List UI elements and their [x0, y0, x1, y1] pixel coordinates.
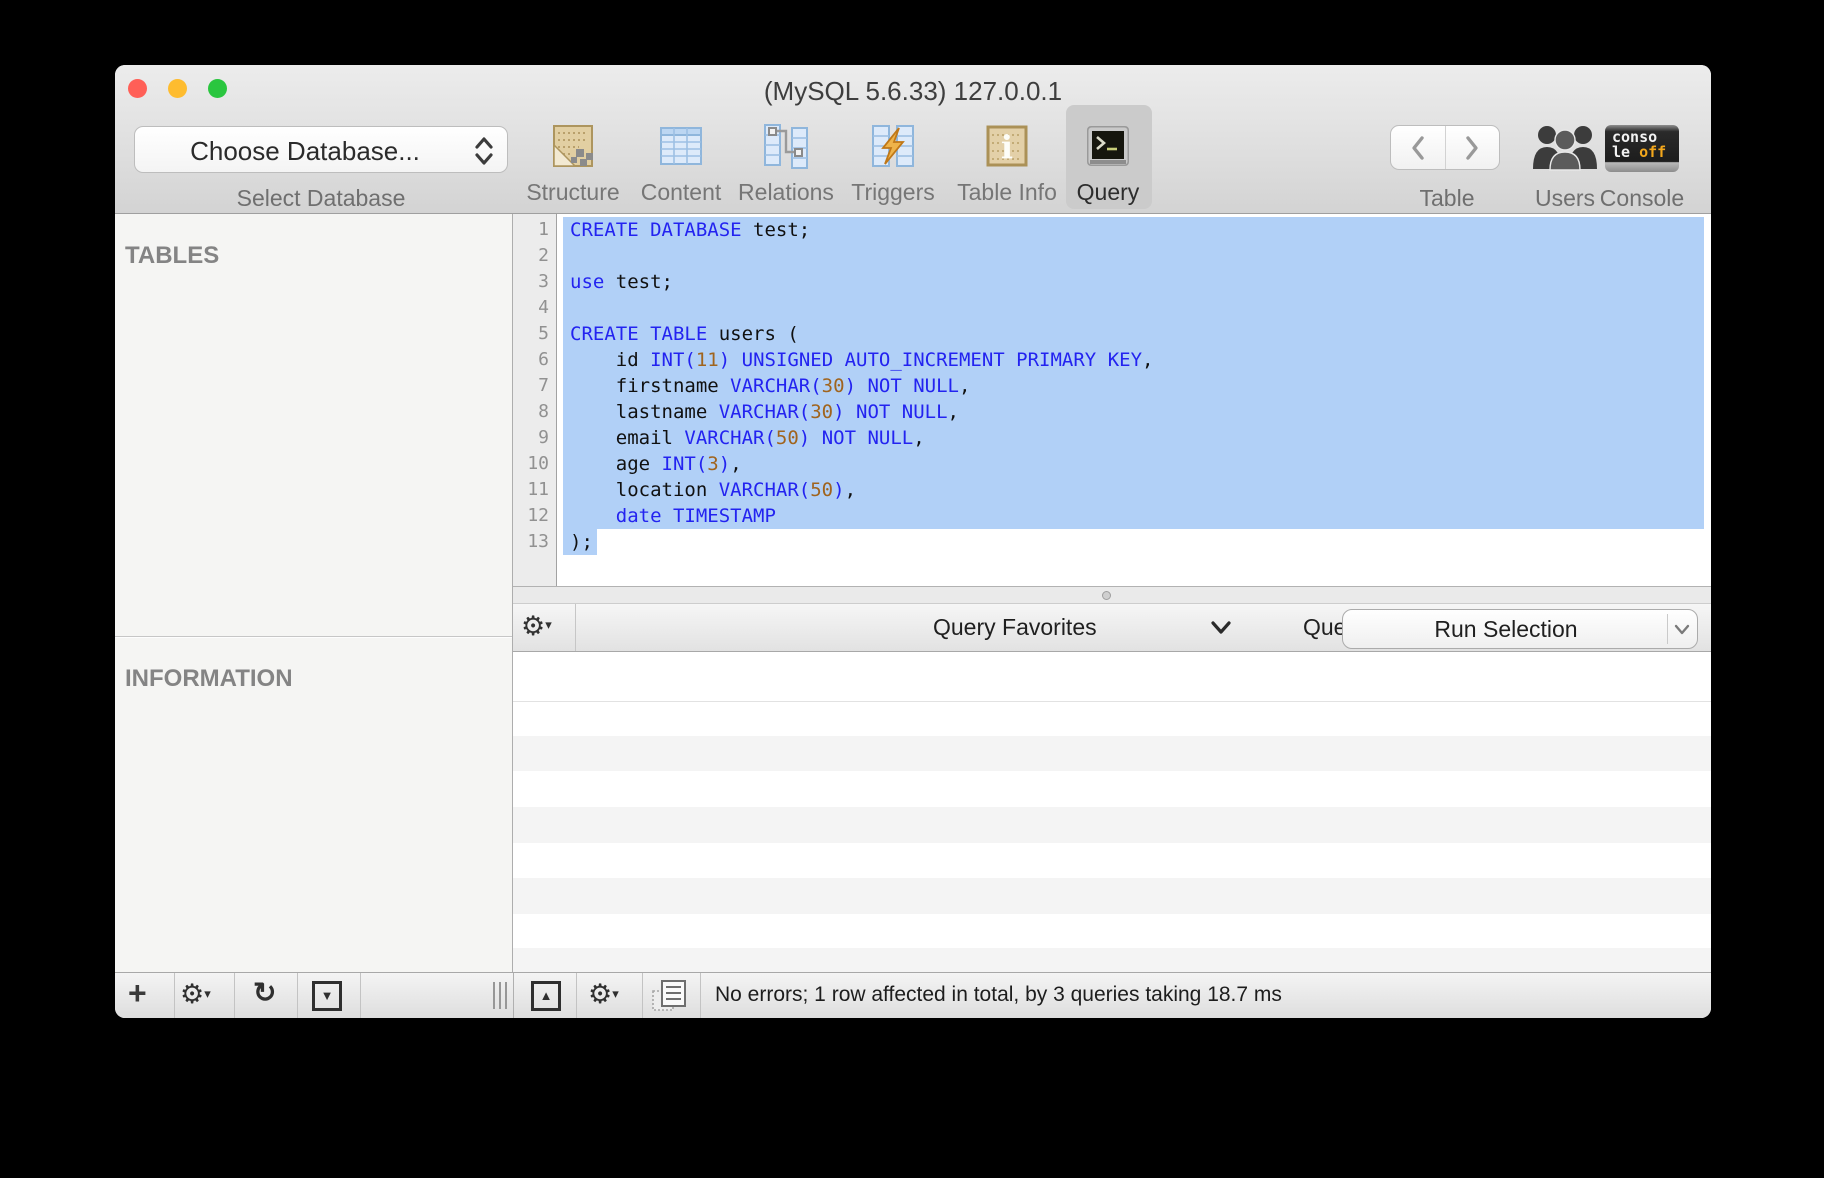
toolbar-item-label: Content	[629, 179, 733, 206]
console-button[interactable]: console off	[1605, 125, 1679, 172]
sidebar-section-tables: TABLES	[125, 242, 219, 270]
toolbar-separator	[575, 604, 576, 651]
code-line[interactable]: firstname VARCHAR(30) NOT NULL,	[513, 373, 1711, 399]
desktop-background: (MySQL 5.6.33) 127.0.0.1 Choose Database…	[0, 0, 1824, 1178]
toolbar-item-relations[interactable]: Relations	[734, 122, 838, 206]
select-database-caption: Select Database	[134, 185, 508, 212]
console-off-state: off	[1639, 143, 1666, 161]
toolbar-item-label: Structure	[521, 179, 625, 206]
users-caption: Users	[1525, 185, 1605, 212]
sidebar: TABLES INFORMATION	[115, 214, 513, 972]
svg-text:i: i	[1001, 128, 1013, 166]
table-row	[513, 878, 1711, 914]
history-back-button[interactable]	[1391, 126, 1446, 169]
toolbar-item-table-info[interactable]: i Table Info	[955, 122, 1059, 206]
gear-menu-button[interactable]: ⚙▾	[180, 979, 211, 1010]
table-row	[513, 736, 1711, 771]
chevron-right-icon	[1463, 135, 1481, 161]
resize-grip-icon[interactable]	[493, 982, 513, 1009]
code-line[interactable]: use test;	[513, 269, 1711, 295]
code-line[interactable]: email VARCHAR(50) NOT NULL,	[513, 425, 1711, 451]
add-button[interactable]: +	[128, 975, 147, 1012]
gear-menu-button[interactable]: ⚙▾	[588, 979, 619, 1010]
users-icon	[1529, 123, 1601, 173]
toolbar-item-label: Query	[1056, 179, 1160, 206]
sidebar-divider[interactable]	[115, 636, 512, 638]
code-line[interactable]	[513, 295, 1711, 321]
toolbar-item-triggers[interactable]: Triggers	[841, 122, 945, 206]
separator	[642, 973, 643, 1018]
sidebar-section-information: INFORMATION	[125, 665, 293, 693]
history-document-icon[interactable]	[651, 978, 689, 1014]
toolbar-item-label: Triggers	[841, 179, 945, 206]
separator	[700, 973, 701, 1018]
pane-divider	[513, 973, 514, 1018]
code-lines[interactable]: CREATE DATABASE test; use test; CREATE TAB…	[513, 217, 1711, 555]
code-line[interactable]: location VARCHAR(50),	[513, 477, 1711, 503]
console-badge-icon: console off	[1612, 130, 1666, 160]
triggers-icon	[869, 122, 917, 170]
separator	[360, 973, 361, 1018]
separator	[297, 973, 298, 1018]
choose-database-dropdown[interactable]: Choose Database...	[134, 126, 508, 173]
code-line[interactable]: date TIMESTAMP	[513, 503, 1711, 529]
chevron-left-icon	[1409, 135, 1427, 161]
users-button[interactable]	[1529, 123, 1601, 173]
table-info-icon: i	[983, 122, 1031, 170]
table-row	[513, 948, 1711, 972]
sql-editor[interactable]: 12345678910111213 CREATE DATABASE test;u…	[513, 214, 1711, 586]
window-title: (MySQL 5.6.33) 127.0.0.1	[115, 76, 1711, 107]
query-terminal-icon	[1084, 122, 1132, 170]
toolbar-item-label: Relations	[734, 179, 838, 206]
code-line[interactable]: );	[513, 529, 1711, 555]
code-line[interactable]: CREATE DATABASE test;	[513, 217, 1711, 243]
choose-database-value: Choose Database...	[135, 136, 475, 167]
separator	[576, 973, 577, 1018]
table-row	[513, 807, 1711, 843]
table-history-control	[1390, 125, 1500, 170]
status-bar: + ⚙▾ ↻ ▼ ▲ ⚙▾ No errors; 1 row affected …	[115, 972, 1711, 1018]
toolbar-item-structure[interactable]: Structure	[521, 122, 625, 206]
content-table-icon	[657, 122, 705, 170]
query-toolbar: ⚙▾ Query Favorites Query History Run Sel…	[513, 604, 1711, 652]
expand-panel-button[interactable]: ▲	[531, 981, 561, 1011]
button-separator	[1667, 614, 1668, 644]
window-toolbar: (MySQL 5.6.33) 127.0.0.1 Choose Database…	[115, 65, 1711, 214]
query-gear-menu[interactable]: ⚙▾	[521, 611, 552, 642]
code-line[interactable]: CREATE TABLE users (	[513, 321, 1711, 347]
chevron-down-icon[interactable]	[1210, 620, 1232, 636]
query-favorites-menu[interactable]: Query Favorites	[933, 614, 1097, 641]
code-line[interactable]: age INT(3),	[513, 451, 1711, 477]
code-line[interactable]	[513, 243, 1711, 269]
separator	[174, 973, 175, 1018]
refresh-button[interactable]: ↻	[253, 976, 276, 1009]
code-line[interactable]: lastname VARCHAR(30) NOT NULL,	[513, 399, 1711, 425]
history-forward-button[interactable]	[1446, 126, 1500, 169]
popup-stepper-icon	[473, 135, 495, 167]
run-selection-button[interactable]: Run Selection	[1342, 609, 1698, 649]
toolbar-item-query[interactable]: Query	[1056, 122, 1160, 206]
results-divider	[513, 701, 1711, 702]
code-line[interactable]: id INT(11) UNSIGNED AUTO_INCREMENT PRIMA…	[513, 347, 1711, 373]
chevron-down-icon[interactable]	[1674, 624, 1690, 636]
app-window: (MySQL 5.6.33) 127.0.0.1 Choose Database…	[115, 65, 1711, 1018]
relations-icon	[762, 122, 810, 170]
toolbar-item-content[interactable]: Content	[629, 122, 733, 206]
split-divider[interactable]	[513, 586, 1711, 604]
run-selection-label: Run Selection	[1343, 616, 1669, 643]
structure-table-icon	[549, 122, 597, 170]
toolbar-item-label: Table Info	[955, 179, 1059, 206]
separator	[234, 973, 235, 1018]
status-message: No errors; 1 row affected in total, by 3…	[715, 983, 1282, 1007]
query-results-area[interactable]	[513, 652, 1711, 972]
collapse-panel-button[interactable]: ▼	[312, 981, 342, 1011]
console-caption: Console	[1597, 185, 1687, 212]
split-handle-icon[interactable]	[1102, 591, 1111, 600]
